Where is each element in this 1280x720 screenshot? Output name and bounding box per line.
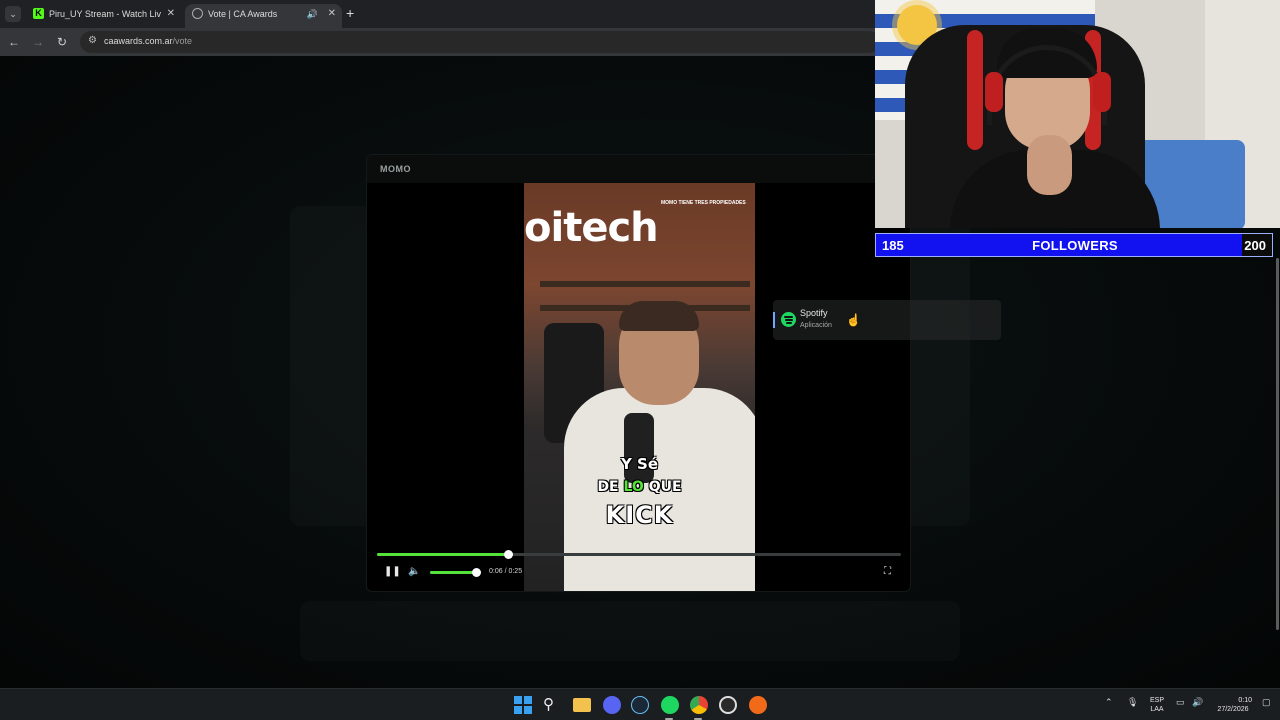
tab-title: Vote | CA Awards — [208, 9, 278, 19]
chair-accent — [967, 30, 983, 150]
back-arrow-icon[interactable]: ← — [6, 34, 22, 50]
page-scrollbar[interactable] — [1276, 258, 1279, 630]
close-tab-icon[interactable]: ✕ — [328, 4, 336, 24]
site-info-icon[interactable]: ⚙ — [88, 35, 97, 46]
webcam-overlay — [875, 0, 1280, 228]
tooltip-app-type: Aplicación — [800, 322, 832, 329]
streamer-hand — [1027, 135, 1072, 195]
spotify-icon — [781, 312, 796, 327]
search-icon[interactable]: ⚲ — [543, 696, 561, 714]
discord-icon[interactable] — [603, 696, 621, 714]
modal-title: MOMO — [380, 164, 411, 174]
volume-slider[interactable] — [430, 568, 481, 577]
video-progress-fill — [377, 553, 508, 556]
fullscreen-icon[interactable]: ⛶ — [884, 566, 891, 578]
spotify-icon[interactable] — [661, 696, 679, 714]
language-indicator[interactable]: ESP LAA — [1146, 696, 1168, 714]
followers-goal: 200 — [1244, 238, 1266, 253]
background-card — [300, 601, 960, 661]
globe-icon — [192, 8, 203, 19]
windows-taskbar: ⚲ ⌃ 🎙 ESP LAA ▭ 🔊 0:10 27/2/2026 ▢ — [0, 688, 1280, 720]
clock[interactable]: 0:10 27/2/2026 — [1210, 696, 1256, 714]
video-top-caption: MOMO TIENE TRES PROPIEDADES — [661, 200, 746, 206]
tab-title: Piru_UY Stream - Watch Live on — [49, 9, 161, 19]
steam-icon[interactable] — [631, 696, 649, 714]
file-explorer-icon[interactable] — [573, 698, 591, 712]
headset-cup — [985, 72, 1003, 112]
hand-cursor-icon: ☝ — [846, 313, 861, 327]
video-subtitle-line3: KICK — [605, 501, 674, 529]
video-time: 0:06 / 0:25 — [489, 568, 523, 575]
followers-label: FOLLOWERS — [1032, 238, 1118, 253]
screen: ⌄ K Piru_UY Stream - Watch Live on ✕ Vot… — [0, 0, 1280, 720]
tab-piru-stream[interactable]: K Piru_UY Stream - Watch Live on ✕ — [26, 4, 181, 28]
tooltip-app-name: Spotify — [800, 308, 828, 318]
kick-icon: K — [33, 8, 44, 19]
volume-fill — [430, 571, 476, 574]
tab-search-dropdown-icon[interactable]: ⌄ — [5, 6, 21, 22]
volume-icon[interactable]: 🔈 — [408, 566, 420, 578]
headset-cup — [1093, 72, 1111, 112]
video-progress-handle[interactable] — [504, 550, 513, 559]
video-frame[interactable]: oitech MOMO TIENE TRES PROPIEDADES Y Sé … — [524, 183, 755, 591]
video-brand-text: oitech — [524, 205, 659, 251]
shelf — [540, 281, 750, 287]
speaker-icon[interactable]: 🔊 — [307, 4, 318, 24]
microphone-icon[interactable]: 🎙 — [1127, 697, 1138, 708]
volume-handle[interactable] — [472, 568, 481, 577]
followers-goal-bar: 185 FOLLOWERS 200 — [875, 233, 1273, 257]
tab-vote-ca-awards[interactable]: Vote | CA Awards 🔊 ✕ — [185, 4, 342, 28]
new-tab-button[interactable]: + — [346, 5, 354, 21]
url-text: caawards.com.ar/vote — [104, 36, 193, 46]
video-subtitle-line2: DE LO QUE — [597, 479, 682, 495]
chrome-icon[interactable] — [690, 696, 708, 714]
reload-icon[interactable]: ↻ — [54, 34, 70, 50]
speaker-icon[interactable]: 🔊 — [1192, 697, 1203, 708]
modal-header: MOMO — [367, 155, 910, 183]
notifications-icon[interactable]: ▢ — [1262, 697, 1271, 708]
tray-overflow-icon[interactable]: ⌃ — [1105, 697, 1113, 708]
spotify-tooltip[interactable]: Spotify Aplicación — [773, 300, 1001, 340]
person-hair — [619, 301, 699, 331]
forward-arrow-icon[interactable]: → — [30, 34, 46, 50]
address-bar[interactable]: ⚙ caawards.com.ar/vote — [80, 31, 880, 53]
tooltip-accent-bar — [773, 312, 775, 328]
origin-icon[interactable] — [749, 696, 767, 714]
close-tab-icon[interactable]: ✕ — [167, 4, 175, 24]
obs-icon[interactable] — [719, 696, 737, 714]
network-icon[interactable]: ▭ — [1176, 697, 1185, 708]
video-subtitle-line1: Y Sé — [620, 455, 659, 473]
pause-icon[interactable]: ❚❚ — [384, 566, 401, 578]
windows-start-icon[interactable] — [514, 696, 532, 714]
video-modal: MOMO oitech MOMO TIENE TRES PROPIEDADES … — [366, 154, 911, 592]
video-progress-bar[interactable] — [377, 550, 901, 559]
